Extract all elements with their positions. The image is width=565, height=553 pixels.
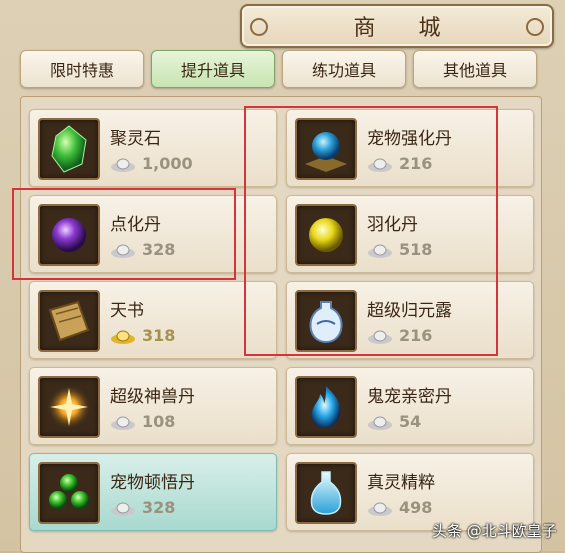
price: 318	[110, 326, 175, 345]
tab-label: 提升道具	[180, 61, 245, 80]
tab-other[interactable]: 其他道具	[413, 50, 537, 88]
price: 108	[110, 412, 175, 431]
tab-label: 限时特惠	[49, 61, 114, 80]
tab-training[interactable]: 练功道具	[282, 50, 406, 88]
price: 1,000	[110, 154, 193, 173]
item-name: 天书	[110, 301, 144, 321]
tab-enhancement[interactable]: 提升道具	[151, 50, 275, 88]
shop-window: 商 城 限时特惠 提升道具 练功道具 其他道具 聚灵石 1,000 宠物强化丹 …	[0, 0, 565, 553]
price: 54	[367, 412, 421, 431]
item-name: 宠物顿悟丹	[110, 473, 195, 493]
annotation-box-left	[12, 188, 236, 280]
sparkle-icon	[38, 376, 100, 438]
silver-ingot-icon	[111, 158, 135, 172]
item-name: 聚灵石	[110, 129, 161, 149]
watermark: 头条 @北斗欧皇子	[432, 522, 557, 540]
price: 498	[367, 498, 432, 517]
category-tabs: 限时特惠 提升道具 练功道具 其他道具	[20, 50, 540, 90]
silver-ingot-icon	[111, 502, 135, 516]
price-value: 108	[142, 412, 176, 431]
item-card-selected[interactable]: 宠物顿悟丹 328	[29, 453, 277, 531]
item-name: 超级神兽丹	[110, 387, 195, 407]
tab-label: 其他道具	[442, 61, 507, 80]
price-value: 328	[142, 498, 176, 517]
tab-label: 练功道具	[311, 61, 376, 80]
price-value: 318	[142, 326, 176, 345]
item-card[interactable]: 天书 318	[29, 281, 277, 359]
item-card[interactable]: 鬼宠亲密丹 54	[286, 367, 534, 445]
annotation-box-right	[244, 106, 498, 356]
ornament-left-icon	[250, 18, 268, 36]
book-icon	[38, 290, 100, 352]
price-value: 1,000	[142, 154, 193, 173]
item-name: 鬼宠亲密丹	[367, 387, 452, 407]
essence-bottle-icon	[295, 462, 357, 524]
gold-ingot-icon	[111, 330, 135, 344]
silver-ingot-icon	[368, 502, 392, 516]
green-crystal-icon	[38, 118, 100, 180]
item-card[interactable]: 超级神兽丹 108	[29, 367, 277, 445]
title-plate: 商 城	[240, 4, 554, 48]
blue-flame-icon	[295, 376, 357, 438]
item-card[interactable]: 聚灵石 1,000	[29, 109, 277, 187]
tab-limited-offer[interactable]: 限时特惠	[20, 50, 144, 88]
silver-ingot-icon	[111, 416, 135, 430]
green-pills-icon	[38, 462, 100, 524]
price-value: 498	[399, 498, 433, 517]
shop-title: 商 城	[353, 16, 459, 41]
item-name: 真灵精粹	[367, 473, 435, 493]
ornament-right-icon	[526, 18, 544, 36]
price: 328	[110, 498, 175, 517]
silver-ingot-icon	[368, 416, 392, 430]
price-value: 54	[399, 412, 422, 431]
